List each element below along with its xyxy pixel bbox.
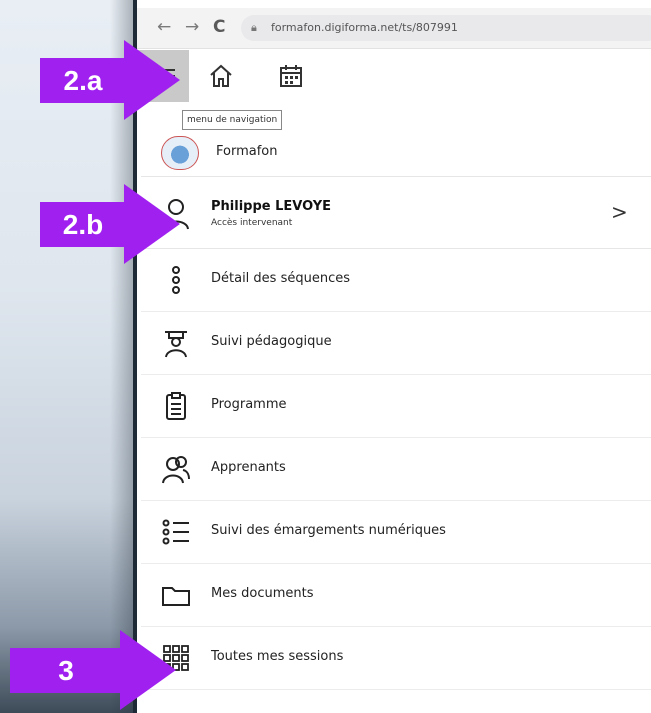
menu-item-label: Suivi pédagogique	[211, 334, 332, 349]
chevron-right-icon[interactable]: >	[611, 200, 628, 224]
brand-row[interactable]: Formafon	[141, 130, 651, 177]
checklist-icon	[162, 519, 189, 545]
menu-item-label: Suivi des émargements numériques	[211, 523, 446, 538]
arrow-left-icon[interactable]: ←	[157, 17, 171, 37]
menu-item-label: Programme	[211, 397, 287, 412]
arrow-right-icon[interactable]: →	[185, 17, 199, 37]
app-toolbar	[137, 50, 651, 102]
annotation-label: 2.b	[62, 209, 104, 240]
folder-icon	[162, 587, 190, 606]
formafon-logo	[161, 136, 199, 170]
annotation-label: 2.a	[63, 65, 103, 96]
menu-item-label: Toutes mes sessions	[211, 649, 344, 664]
users-icon	[162, 456, 190, 484]
user-role: Accès intervenant	[211, 218, 293, 228]
menu-item-sequences[interactable]: Détail des séquences	[141, 249, 651, 312]
menu-item-label: Apprenants	[211, 460, 286, 475]
brand-label: Formafon	[216, 144, 278, 159]
browser-address-row: ← → C 🔒︎ formafon.digiforma.net/ts/80799…	[137, 8, 651, 49]
reload-icon[interactable]: C	[213, 17, 225, 37]
address-bar[interactable]: 🔒︎ formafon.digiforma.net/ts/807991	[241, 15, 651, 41]
lock-icon: 🔒︎	[251, 21, 257, 34]
teacher-icon	[165, 331, 187, 358]
menu-item-label: Mes documents	[211, 586, 314, 601]
menu-item-label: Détail des séquences	[211, 271, 351, 286]
menu-item-sessions[interactable]: Toutes mes sessions	[141, 627, 651, 690]
user-profile-row[interactable]: Philippe LEVOYE Accès intervenant >	[141, 182, 651, 249]
menu-item-suivi-pedagogique[interactable]: Suivi pédagogique	[141, 312, 651, 375]
menu-item-apprenants[interactable]: Apprenants	[141, 438, 651, 501]
annotation-arrow	[120, 630, 176, 710]
url-text: formafon.digiforma.net/ts/807991	[271, 21, 458, 34]
annotation-box-3: 3	[10, 648, 122, 693]
menu-item-emargements[interactable]: Suivi des émargements numériques	[141, 501, 651, 564]
annotation-box-2a: 2.a	[40, 58, 126, 103]
annotation-box-2b: 2.b	[40, 202, 126, 247]
home-icon[interactable]	[207, 62, 235, 90]
annotation-label: 3	[58, 655, 74, 686]
user-name: Philippe LEVOYE	[211, 199, 331, 214]
browser-window: ← → C 🔒︎ formafon.digiforma.net/ts/80799…	[133, 0, 651, 713]
annotation-arrow	[124, 40, 180, 120]
clipboard-icon	[166, 392, 186, 420]
menu-item-documents[interactable]: Mes documents	[141, 564, 651, 627]
sequence-nodes-icon	[172, 266, 180, 294]
calendar-icon[interactable]	[277, 62, 305, 90]
tooltip: menu de navigation	[182, 110, 283, 130]
annotation-arrow	[124, 184, 180, 264]
menu-item-programme[interactable]: Programme	[141, 375, 651, 438]
